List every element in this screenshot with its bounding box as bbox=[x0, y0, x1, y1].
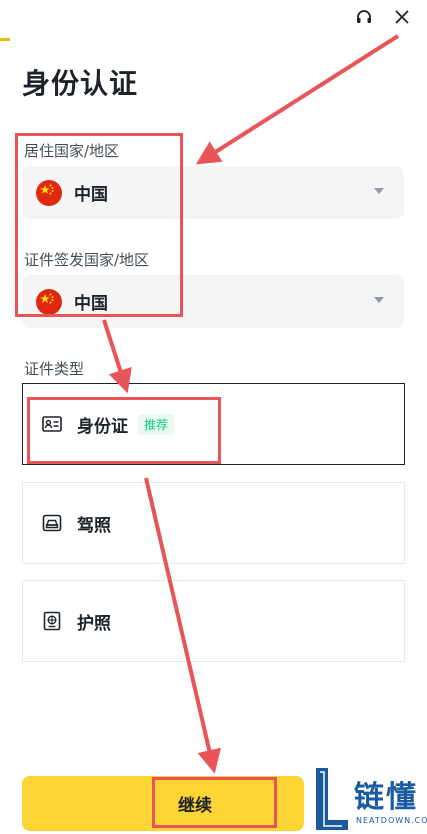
doc-option-label: 驾照 bbox=[77, 515, 111, 536]
issuing-value: 中国 bbox=[74, 294, 108, 314]
issuing-label: 证件签发国家/地区 bbox=[24, 251, 150, 269]
residence-value: 中国 bbox=[74, 185, 108, 205]
watermark-logo: 链懂 NEATDOWN.COM bbox=[312, 762, 427, 834]
doc-option-label: 护照 bbox=[77, 613, 111, 634]
page-title: 身份认证 bbox=[22, 67, 139, 100]
top-actions bbox=[353, 6, 413, 28]
china-flag-icon bbox=[36, 288, 62, 315]
chevron-down-icon bbox=[374, 188, 384, 194]
continue-label: 继续 bbox=[178, 796, 212, 816]
chevron-down-icon bbox=[374, 297, 384, 303]
continue-button[interactable]: 继续 bbox=[22, 776, 304, 831]
issuing-select[interactable]: 中国 bbox=[22, 275, 404, 328]
doc-option-passport[interactable]: 护照 bbox=[22, 580, 405, 662]
recommend-badge: 推荐 bbox=[138, 413, 175, 435]
doc-option-id-card[interactable]: 身份证 推荐 bbox=[22, 383, 405, 465]
china-flag-icon bbox=[36, 179, 62, 206]
residence-label: 居住国家/地区 bbox=[24, 142, 120, 160]
headset-icon[interactable] bbox=[353, 6, 375, 28]
watermark-text: 链懂 bbox=[354, 780, 418, 815]
id-card-icon bbox=[41, 413, 63, 435]
close-icon[interactable] bbox=[391, 6, 413, 28]
car-icon bbox=[41, 512, 63, 534]
doc-option-label: 身份证 bbox=[77, 416, 128, 437]
residence-select[interactable]: 中国 bbox=[22, 166, 404, 219]
passport-icon bbox=[41, 610, 63, 632]
progress-bar bbox=[0, 38, 10, 41]
annotation-arrow-2 bbox=[102, 319, 132, 394]
watermark-subtext: NEATDOWN.COM bbox=[356, 816, 427, 825]
doc-type-label: 证件类型 bbox=[24, 360, 85, 378]
annotation-arrow-1 bbox=[195, 34, 400, 165]
doc-option-driver-license[interactable]: 驾照 bbox=[22, 482, 405, 564]
